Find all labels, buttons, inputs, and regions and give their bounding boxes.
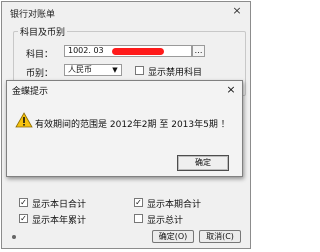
show-year-total-label: 显示本年累计	[32, 216, 87, 226]
ok-button[interactable]: 确定(O)	[152, 230, 194, 243]
chevron-down-icon: ▼	[112, 66, 118, 74]
subject-browse-button[interactable]: …	[192, 45, 205, 57]
cancel-button[interactable]: 取消(C)	[199, 230, 241, 243]
show-daily-total-label: 显示本日合计	[32, 200, 87, 210]
subject-label: 科目：	[26, 50, 54, 60]
warning-icon	[15, 112, 33, 128]
currency-select[interactable]: 人民币 ▼	[64, 64, 122, 76]
popup-message: 有效期间的范围是 2012年2期 至 2013年5期 ！	[35, 120, 230, 130]
show-disabled-label: 显示禁用科目	[148, 68, 203, 78]
status-dot	[12, 235, 16, 239]
show-year-total-checkbox[interactable]: ✓	[19, 214, 28, 223]
popup-title: 金蝶提示	[12, 87, 49, 97]
show-disabled-checkbox[interactable]	[135, 66, 144, 75]
window-title: 银行对账单	[10, 10, 56, 20]
message-popup: 金蝶提示 × 有效期间的范围是 2012年2期 至 2013年5期 ！ 确定	[6, 80, 243, 177]
show-grand-total-checkbox[interactable]	[134, 214, 143, 223]
show-grand-total-label: 显示总计	[147, 216, 184, 226]
close-icon[interactable]: ×	[230, 4, 244, 18]
show-period-total-label: 显示本期合计	[147, 200, 202, 210]
popup-ok-button[interactable]: 确定	[177, 155, 229, 171]
group-title: 科目及币别	[18, 25, 68, 38]
currency-label: 币别：	[26, 69, 54, 79]
show-period-total-checkbox[interactable]: ✓	[134, 198, 143, 207]
show-daily-total-checkbox[interactable]: ✓	[19, 198, 28, 207]
close-icon[interactable]: ×	[224, 83, 238, 97]
currency-value: 人民币	[68, 65, 92, 74]
subject-value: 1002. 03	[68, 46, 104, 55]
redaction-mark	[112, 48, 164, 55]
